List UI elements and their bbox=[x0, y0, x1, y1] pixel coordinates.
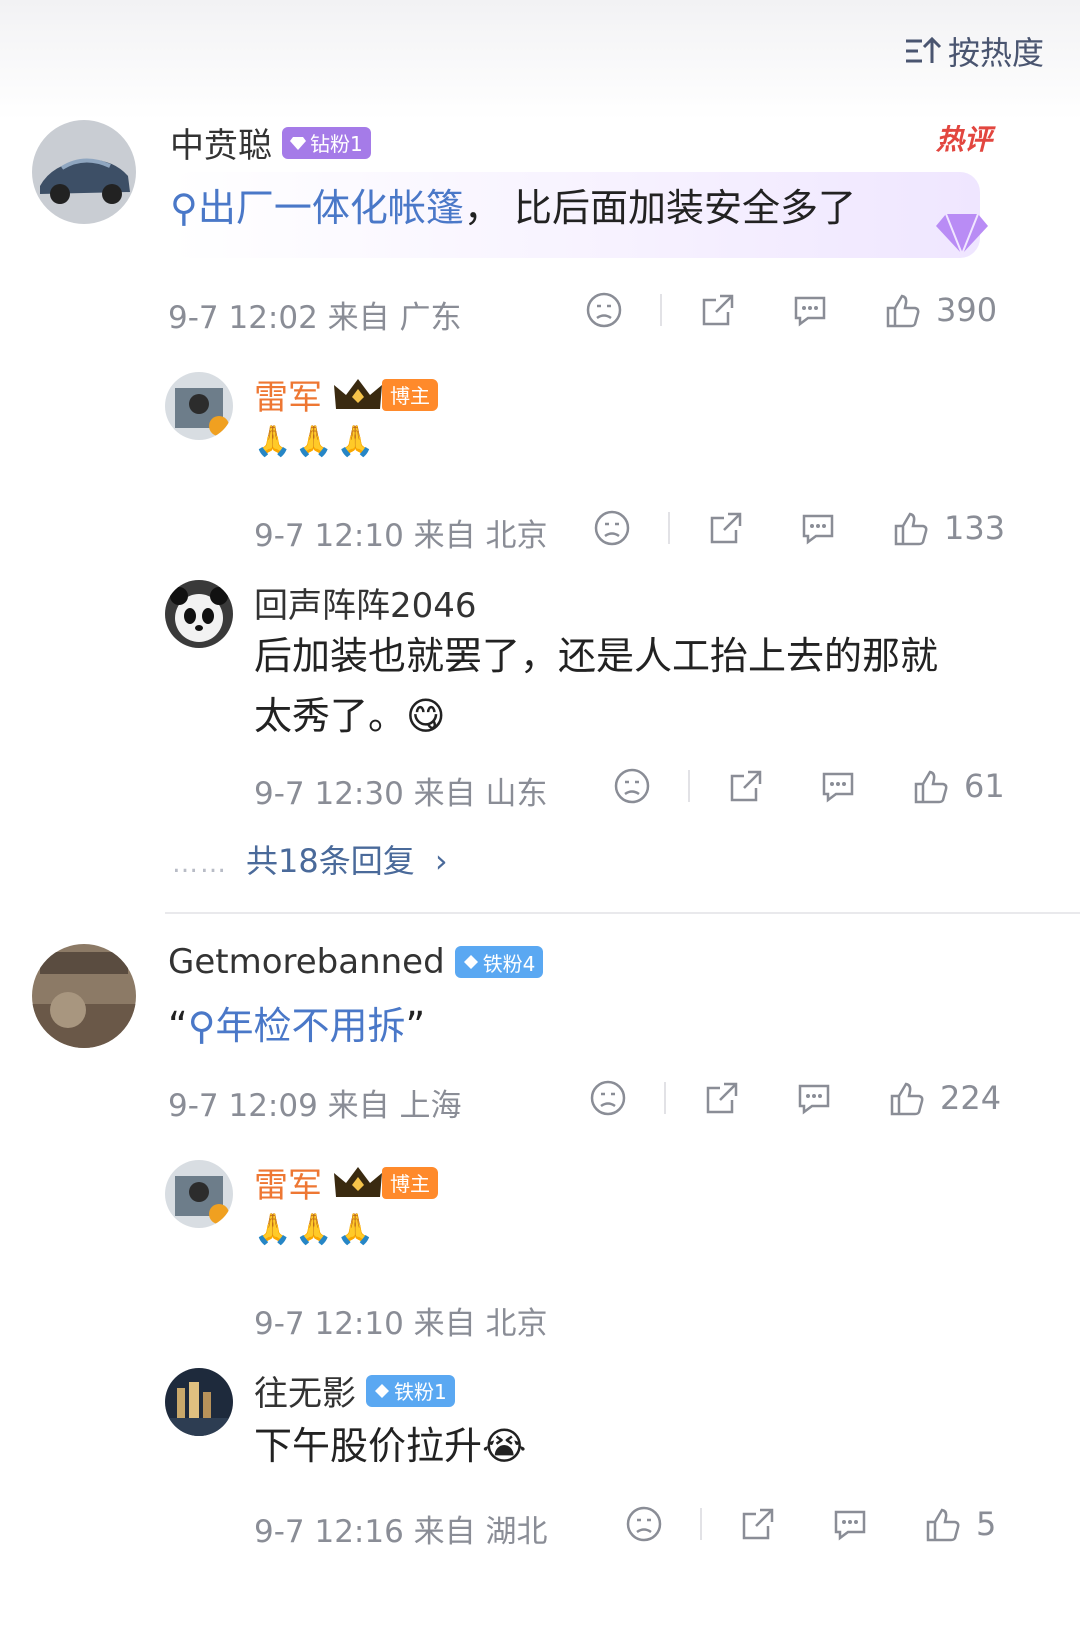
search-link[interactable]: ⚲年检不用拆 bbox=[188, 1004, 406, 1048]
comment-text: “⚲年检不用拆” bbox=[168, 1004, 426, 1048]
reply-actions: 5 bbox=[624, 1504, 996, 1544]
divider bbox=[660, 294, 662, 326]
avatar[interactable] bbox=[32, 120, 136, 224]
diamond-decoration-icon bbox=[932, 206, 992, 262]
like-icon[interactable] bbox=[886, 1078, 926, 1118]
crown-icon bbox=[334, 378, 382, 409]
reply-text: 🙏🙏🙏 bbox=[254, 1212, 379, 1247]
username-text: 雷军 bbox=[254, 1166, 322, 1206]
sort-icon bbox=[902, 31, 942, 71]
like-count: 5 bbox=[976, 1505, 997, 1543]
blogger-badge: 博主 bbox=[382, 378, 438, 411]
reply-icon[interactable] bbox=[790, 290, 830, 330]
reply-icon[interactable] bbox=[830, 1504, 870, 1544]
avatar[interactable] bbox=[165, 580, 233, 648]
comment-actions: 224 bbox=[588, 1078, 1001, 1118]
like-count: 390 bbox=[936, 291, 998, 329]
reply-text-line-1: 后加装也就罢了，还是人工抬上去的那就 bbox=[254, 634, 939, 678]
fan-badge: 铁粉4 bbox=[454, 946, 544, 978]
diamond-icon bbox=[290, 136, 306, 150]
hot-comment-label: 热评 bbox=[935, 123, 992, 156]
fan-badge-label: 铁粉1 bbox=[394, 1380, 447, 1404]
divider bbox=[664, 1082, 666, 1114]
reply-meta: 9-7 12:30 来自 山东 bbox=[254, 776, 548, 812]
like-icon[interactable] bbox=[890, 508, 930, 548]
dislike-icon[interactable] bbox=[612, 766, 652, 806]
avatar[interactable] bbox=[32, 944, 136, 1048]
fan-badge-label: 钻粉1 bbox=[310, 132, 363, 156]
avatar[interactable] bbox=[165, 1160, 233, 1228]
like-count: 133 bbox=[944, 509, 1006, 547]
crown-icon bbox=[334, 1166, 382, 1197]
view-all-replies-link[interactable]: …… 共18条回复 › bbox=[172, 836, 448, 882]
username-text: 往无影 bbox=[254, 1374, 356, 1414]
reply-icon[interactable] bbox=[818, 766, 858, 806]
like-icon[interactable] bbox=[922, 1504, 962, 1544]
diamond-icon bbox=[375, 1383, 389, 1398]
divider bbox=[700, 1508, 702, 1540]
username-text: 回声阵阵2046 bbox=[254, 586, 477, 626]
fan-badge-label: 铁粉4 bbox=[482, 951, 536, 976]
search-icon: ⚲ bbox=[187, 1004, 216, 1048]
like-icon[interactable] bbox=[910, 766, 950, 806]
like-count: 61 bbox=[964, 767, 1005, 805]
share-icon[interactable] bbox=[698, 290, 738, 330]
share-icon[interactable] bbox=[738, 1504, 778, 1544]
username-text: 中贲聪 bbox=[170, 126, 272, 166]
comment-actions: 390 bbox=[584, 290, 997, 330]
avatar[interactable] bbox=[165, 372, 233, 440]
reply-username[interactable]: 雷军 博主 bbox=[254, 1158, 438, 1207]
like-icon[interactable] bbox=[882, 290, 922, 330]
reply-username[interactable]: 雷军 博主 bbox=[254, 370, 438, 419]
like-count: 224 bbox=[940, 1079, 1002, 1117]
username-text: 雷军 bbox=[254, 378, 322, 418]
reply-text: 🙏🙏🙏 bbox=[254, 424, 379, 459]
comment-text: ⚲出厂一体化帐篷， 比后面加装安全多了 bbox=[170, 186, 856, 230]
reply-meta: 9-7 12:10 来自 北京 bbox=[254, 1306, 548, 1342]
username-text: Getmorebanned bbox=[168, 942, 445, 982]
fan-badge: 钻粉1 bbox=[282, 126, 371, 159]
divider bbox=[668, 512, 670, 544]
comment-meta: 9-7 12:09 来自 上海 bbox=[168, 1088, 462, 1124]
reply-actions: 61 bbox=[612, 766, 1005, 806]
divider bbox=[688, 770, 690, 802]
replies-dots: …… bbox=[172, 849, 228, 879]
diamond-icon bbox=[463, 955, 478, 969]
search-icon: ⚲ bbox=[170, 186, 198, 230]
reply-meta: 9-7 12:16 来自 湖北 bbox=[254, 1514, 548, 1550]
reply-username[interactable]: 往无影 铁粉1 bbox=[254, 1366, 455, 1415]
comment-meta: 9-7 12:02 来自 广东 bbox=[168, 300, 462, 336]
fan-badge: 铁粉1 bbox=[366, 1374, 455, 1407]
share-icon[interactable] bbox=[726, 766, 766, 806]
reply-text-line-2: 太秀了。😋 bbox=[254, 694, 446, 738]
comment-username[interactable]: 中贲聪 钻粉1 bbox=[170, 118, 371, 167]
search-link[interactable]: ⚲出厂一体化帐篷 bbox=[170, 186, 464, 230]
sort-label: 按热度 bbox=[947, 34, 1044, 72]
dislike-icon[interactable] bbox=[584, 290, 624, 330]
comment-username[interactable]: Getmorebanned 铁粉4 bbox=[168, 942, 544, 982]
reply-actions: 133 bbox=[592, 508, 1005, 548]
reply-username[interactable]: 回声阵阵2046 bbox=[254, 578, 477, 627]
dislike-icon[interactable] bbox=[624, 1504, 664, 1544]
share-icon[interactable] bbox=[702, 1078, 742, 1118]
comment-divider bbox=[165, 912, 1080, 914]
replies-count-text: 共18条回复 bbox=[246, 842, 415, 880]
avatar[interactable] bbox=[165, 1368, 233, 1436]
reply-icon[interactable] bbox=[794, 1078, 834, 1118]
chevron-right-icon: › bbox=[434, 842, 448, 880]
reply-text: 下午股价拉升😭 bbox=[254, 1424, 527, 1468]
reply-icon[interactable] bbox=[798, 508, 838, 548]
dislike-icon[interactable] bbox=[588, 1078, 628, 1118]
share-icon[interactable] bbox=[706, 508, 746, 548]
blogger-badge: 博主 bbox=[382, 1166, 438, 1199]
dislike-icon[interactable] bbox=[592, 508, 632, 548]
sort-by-hot-button[interactable]: 按热度 bbox=[902, 28, 1044, 74]
reply-meta: 9-7 12:10 来自 北京 bbox=[254, 518, 548, 554]
